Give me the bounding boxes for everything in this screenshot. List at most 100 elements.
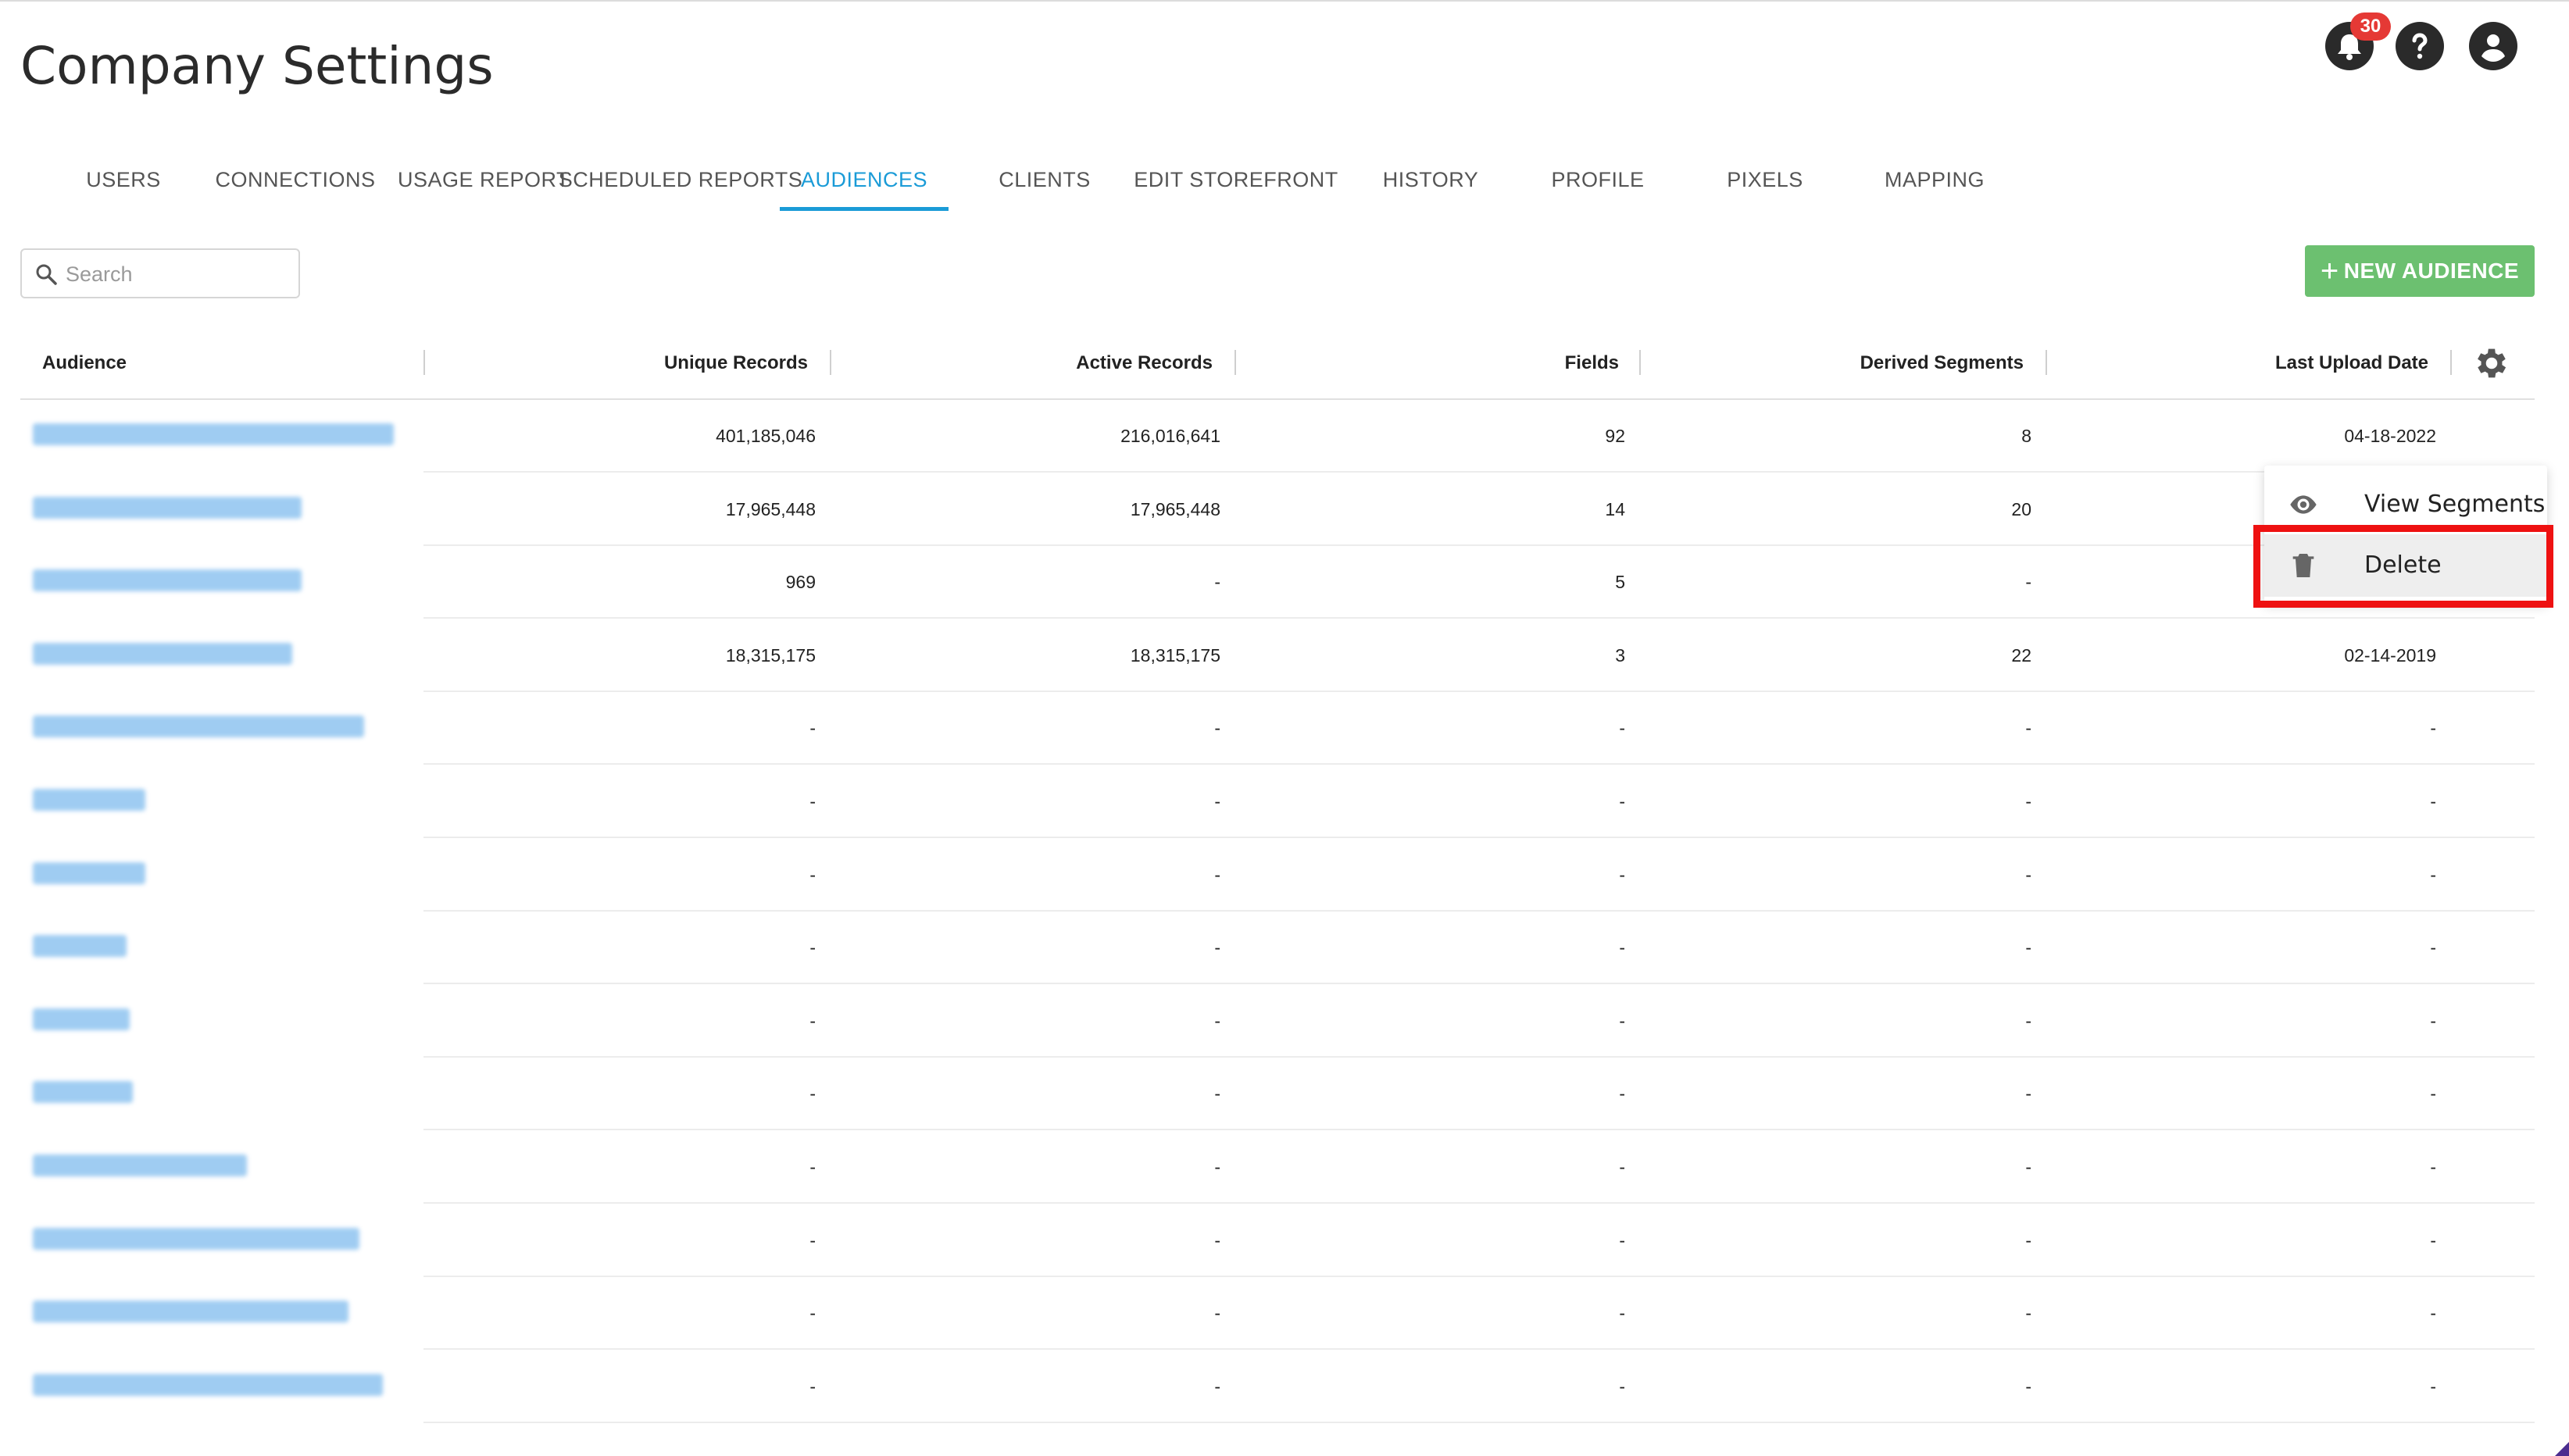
audience-name-link[interactable]: [33, 423, 394, 445]
audience-name-link[interactable]: [33, 716, 364, 738]
table-row[interactable]: -----: [20, 1351, 2535, 1423]
table-row[interactable]: -----: [20, 1131, 2535, 1204]
row-divider: [423, 1421, 2535, 1423]
audience-name-link[interactable]: [33, 1373, 383, 1396]
column-audience[interactable]: Audience: [42, 328, 127, 398]
unique-records-cell: -: [809, 1157, 816, 1177]
tab-pixels[interactable]: PIXELS: [1683, 148, 1847, 211]
tab-audiences[interactable]: AUDIENCES: [780, 148, 949, 211]
table-row[interactable]: 969 - 5 -: [20, 546, 2535, 619]
audience-name-link[interactable]: [33, 1301, 348, 1323]
last-upload-date-cell: -: [2430, 1376, 2436, 1397]
derived-segments-cell: -: [2025, 1010, 2031, 1031]
gear-icon[interactable]: [2472, 344, 2511, 383]
tab-connections[interactable]: CONNECTIONS: [194, 148, 397, 211]
active-records-cell: -: [1214, 1157, 1220, 1177]
fields-cell: -: [1619, 791, 1625, 812]
column-active-records[interactable]: Active Records: [880, 328, 1213, 398]
column-derived-segments[interactable]: Derived Segments: [1700, 328, 2024, 398]
last-upload-date-cell: -: [2430, 1010, 2436, 1031]
audience-name-link[interactable]: [33, 862, 145, 884]
fields-cell: -: [1619, 1376, 1625, 1397]
table-row[interactable]: -----: [20, 839, 2535, 912]
audience-name-link[interactable]: [33, 569, 302, 592]
audience-name-link[interactable]: [33, 1008, 130, 1030]
table-row[interactable]: -----: [20, 912, 2535, 985]
last-upload-date-cell: -: [2430, 718, 2436, 739]
unique-records-cell: -: [809, 791, 816, 812]
active-records-cell: -: [1214, 1010, 1220, 1031]
derived-segments-cell: -: [2025, 718, 2031, 739]
active-records-cell: -: [1214, 791, 1220, 812]
derived-segments-cell: -: [2025, 1229, 2031, 1251]
active-records-cell: -: [1214, 1303, 1220, 1324]
account-button[interactable]: [2469, 22, 2517, 70]
derived-segments-cell: -: [2025, 1303, 2031, 1324]
column-unique-records[interactable]: Unique Records: [489, 328, 808, 398]
fields-cell: 14: [1605, 498, 1625, 519]
table-row[interactable]: -----: [20, 985, 2535, 1058]
tab-history[interactable]: HISTORY: [1349, 148, 1513, 211]
table-row[interactable]: -----: [20, 1204, 2535, 1277]
column-resize-handle[interactable]: [1639, 350, 1641, 375]
table-row[interactable]: -----: [20, 1277, 2535, 1351]
derived-segments-cell: -: [2025, 864, 2031, 885]
table-row[interactable]: 18,315,175 18,315,175 3 22 02-14-2019: [20, 619, 2535, 692]
unique-records-cell: -: [809, 937, 816, 958]
derived-segments-cell: 22: [2011, 644, 2031, 666]
column-resize-handle[interactable]: [1234, 350, 1236, 375]
derived-segments-cell: -: [2025, 1376, 2031, 1397]
active-records-cell: -: [1214, 864, 1220, 885]
help-button[interactable]: [2396, 22, 2444, 70]
audience-name-link[interactable]: [33, 1227, 359, 1250]
delete-highlight-annotation: [2253, 525, 2553, 608]
new-audience-button[interactable]: + NEW AUDIENCE: [2305, 245, 2535, 297]
fields-cell: -: [1619, 1010, 1625, 1031]
plus-icon: +: [2320, 254, 2339, 288]
column-resize-handle[interactable]: [423, 350, 425, 375]
table-row[interactable]: -----: [20, 692, 2535, 765]
fields-cell: -: [1619, 1157, 1625, 1177]
column-resize-handle[interactable]: [2046, 350, 2047, 375]
tab-profile[interactable]: PROFILE: [1516, 148, 1680, 211]
derived-segments-cell: -: [2025, 937, 2031, 958]
fields-cell: -: [1619, 1083, 1625, 1104]
last-upload-date-cell: 02-14-2019: [2344, 644, 2436, 666]
last-upload-date-cell: -: [2430, 1083, 2436, 1104]
table-row[interactable]: -----: [20, 765, 2535, 838]
page-title: Company Settings: [20, 36, 494, 96]
column-fields[interactable]: Fields: [1349, 328, 1619, 398]
audience-name-link[interactable]: [33, 789, 145, 811]
column-resize-handle[interactable]: [2450, 350, 2452, 375]
fields-cell: -: [1619, 864, 1625, 885]
tab-clients[interactable]: CLIENTS: [970, 148, 1119, 211]
derived-segments-cell: -: [2025, 1157, 2031, 1177]
fields-cell: -: [1619, 718, 1625, 739]
search-box: [20, 248, 300, 298]
table-row[interactable]: 17,965,448 17,965,448 14 20: [20, 473, 2535, 546]
active-records-cell: 216,016,641: [1120, 426, 1220, 446]
fields-cell: -: [1619, 937, 1625, 958]
derived-segments-cell: 8: [2021, 426, 2031, 446]
audience-name-link[interactable]: [33, 1154, 247, 1176]
tab-users[interactable]: USERS: [53, 148, 194, 211]
derived-segments-cell: -: [2025, 791, 2031, 812]
last-upload-date-cell: -: [2430, 1303, 2436, 1324]
audience-name-link[interactable]: [33, 935, 127, 958]
table-row[interactable]: 401,185,046 216,016,641 92 8 04-18-2022: [20, 400, 2535, 473]
audience-name-link[interactable]: [33, 1081, 133, 1104]
top-border: [0, 0, 2569, 2]
help-icon: [2412, 33, 2428, 59]
column-resize-handle[interactable]: [830, 350, 831, 375]
search-input[interactable]: [64, 256, 294, 292]
audience-name-link[interactable]: [33, 642, 292, 665]
unique-records-cell: -: [809, 1083, 816, 1104]
tab-scheduled-reports[interactable]: SCHEDULED REPORTS: [552, 148, 809, 211]
audience-name-link[interactable]: [33, 496, 302, 519]
settings-tabs: USERS CONNECTIONS USAGE REPORT SCHEDULED…: [20, 148, 2021, 211]
tab-edit-storefront[interactable]: EDIT STOREFRONT: [1119, 148, 1353, 211]
column-last-upload-date[interactable]: Last Upload Date: [2099, 328, 2428, 398]
table-row[interactable]: -----: [20, 1058, 2535, 1131]
tab-mapping[interactable]: MAPPING: [1850, 148, 2019, 211]
unique-records-cell: 969: [785, 572, 816, 593]
